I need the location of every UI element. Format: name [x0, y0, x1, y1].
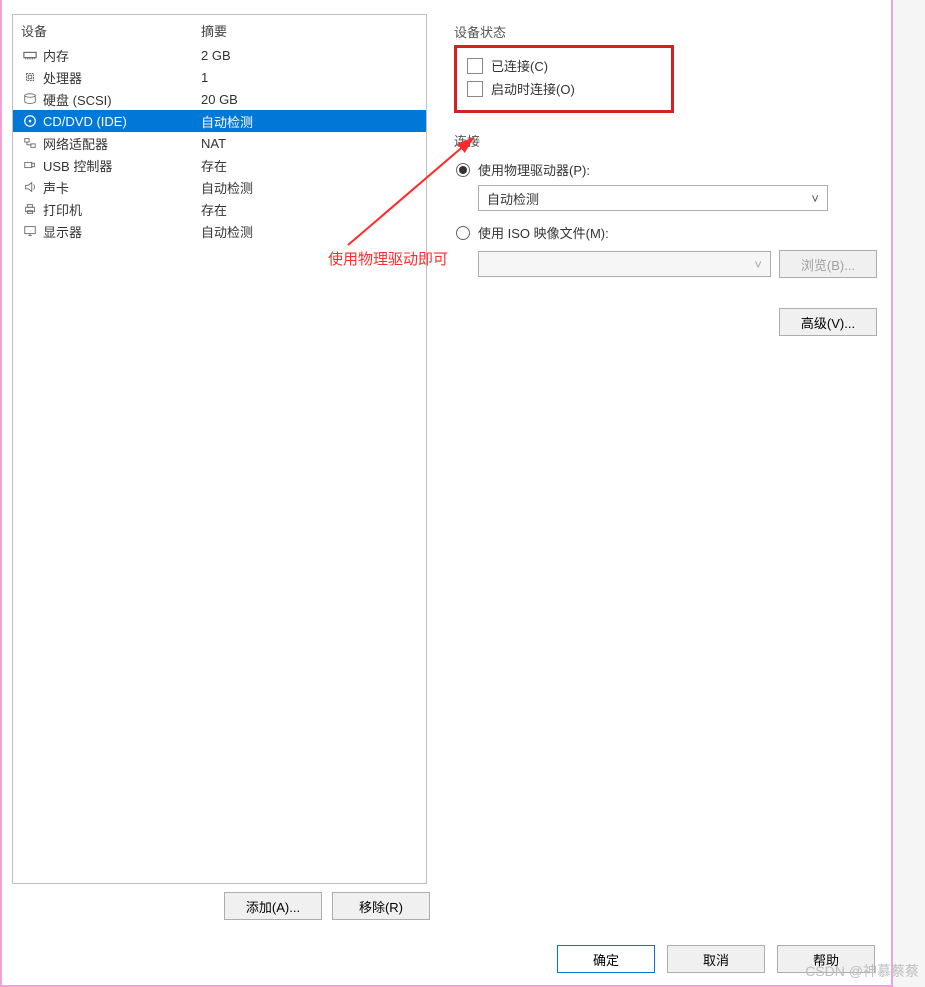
ok-button[interactable]: 确定: [557, 945, 655, 973]
device-name: 处理器: [43, 68, 201, 87]
physical-drive-value: 自动检测: [487, 189, 539, 208]
device-summary: 2 GB: [201, 48, 418, 63]
device-summary: 存在: [201, 200, 418, 219]
disk-icon: [21, 92, 39, 106]
device-summary: 自动检测: [201, 112, 418, 131]
device-status-label: 设备状态: [454, 22, 877, 41]
help-button[interactable]: 帮助: [777, 945, 875, 973]
device-summary: 1: [201, 70, 418, 85]
printer-icon: [21, 202, 39, 216]
add-button[interactable]: 添加(A)...: [224, 892, 322, 920]
memory-icon: [21, 48, 39, 62]
device-row[interactable]: CD/DVD (IDE)自动检测: [13, 110, 426, 132]
device-summary: 自动检测: [201, 222, 418, 241]
device-row[interactable]: 硬盘 (SCSI)20 GB: [13, 88, 426, 110]
device-list[interactable]: 设备 摘要 内存2 GB处理器1硬盘 (SCSI)20 GBCD/DVD (ID…: [12, 14, 427, 884]
remove-button[interactable]: 移除(R): [332, 892, 430, 920]
use-iso-radio[interactable]: [456, 226, 470, 240]
display-icon: [21, 224, 39, 238]
device-row[interactable]: 打印机存在: [13, 198, 426, 220]
column-header-device: 设备: [21, 21, 201, 40]
use-physical-drive-label: 使用物理驱动器(P):: [478, 160, 590, 179]
device-summary: 20 GB: [201, 92, 418, 107]
sound-icon: [21, 180, 39, 194]
device-name: 显示器: [43, 222, 201, 241]
browse-button[interactable]: 浏览(B)...: [779, 250, 877, 278]
device-row[interactable]: 内存2 GB: [13, 44, 426, 66]
connection-label: 连接: [454, 131, 877, 150]
device-row[interactable]: USB 控制器存在: [13, 154, 426, 176]
device-row[interactable]: 声卡自动检测: [13, 176, 426, 198]
iso-path-combo[interactable]: ˅: [478, 251, 771, 277]
chevron-down-icon: ˅: [754, 257, 762, 272]
connect-at-poweron-label: 启动时连接(O): [491, 79, 575, 98]
use-physical-drive-radio[interactable]: [456, 163, 470, 177]
device-name: 声卡: [43, 178, 201, 197]
device-name: 内存: [43, 46, 201, 65]
usb-icon: [21, 158, 39, 172]
connected-label: 已连接(C): [491, 56, 548, 75]
device-row[interactable]: 显示器自动检测: [13, 220, 426, 242]
use-iso-label: 使用 ISO 映像文件(M):: [478, 223, 609, 242]
network-icon: [21, 136, 39, 150]
cancel-button[interactable]: 取消: [667, 945, 765, 973]
device-summary: NAT: [201, 136, 418, 151]
cd-icon: [21, 114, 39, 128]
device-row[interactable]: 处理器1: [13, 66, 426, 88]
chevron-down-icon: ˅: [811, 191, 819, 206]
device-name: 硬盘 (SCSI): [43, 90, 201, 109]
device-summary: 存在: [201, 156, 418, 175]
column-header-summary: 摘要: [201, 21, 418, 40]
connect-at-poweron-checkbox[interactable]: [467, 81, 483, 97]
advanced-button[interactable]: 高级(V)...: [779, 308, 877, 336]
device-name: 网络适配器: [43, 134, 201, 153]
device-summary: 自动检测: [201, 178, 418, 197]
device-name: CD/DVD (IDE): [43, 114, 201, 129]
device-status-group: 已连接(C) 启动时连接(O): [454, 45, 674, 113]
connection-group: 使用物理驱动器(P): 自动检测 ˅ 使用 ISO 映像文件(M): ˅ 浏览(…: [454, 156, 877, 336]
cpu-icon: [21, 70, 39, 84]
connected-checkbox[interactable]: [467, 58, 483, 74]
device-name: 打印机: [43, 200, 201, 219]
device-row[interactable]: 网络适配器NAT: [13, 132, 426, 154]
physical-drive-select[interactable]: 自动检测 ˅: [478, 185, 828, 211]
device-name: USB 控制器: [43, 156, 201, 175]
